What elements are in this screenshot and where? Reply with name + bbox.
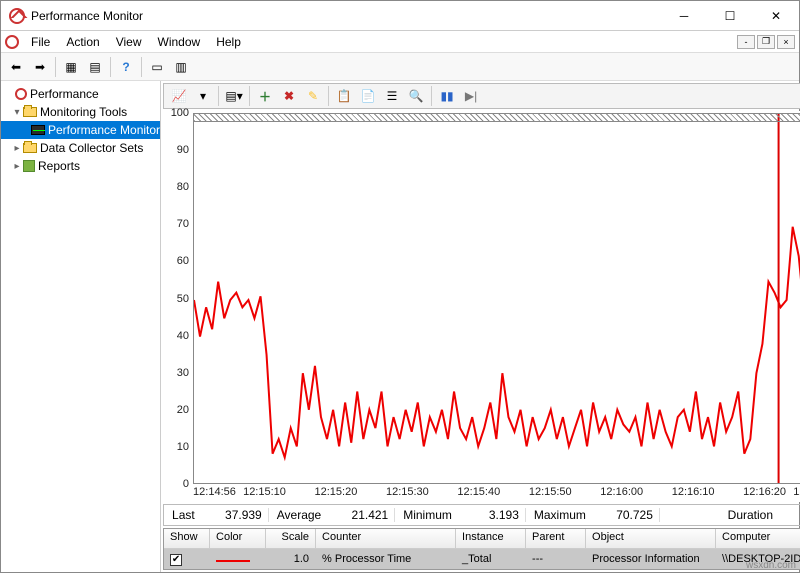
- content-area: Performance ▾ Monitoring Tools Performan…: [1, 81, 799, 572]
- update-button[interactable]: ▶|: [460, 85, 482, 107]
- header-computer[interactable]: Computer: [716, 529, 800, 548]
- new-window-button[interactable]: ▭: [146, 56, 168, 78]
- average-value: 21.421: [325, 508, 395, 522]
- performance-icon: [15, 88, 27, 100]
- header-scale[interactable]: Scale: [266, 529, 316, 548]
- row-instance: _Total: [456, 551, 526, 567]
- app-window: Performance Monitor ─ ☐ ✕ File Action Vi…: [0, 0, 800, 573]
- menu-action[interactable]: Action: [58, 32, 107, 52]
- x-axis: 12:14:5612:15:1012:15:2012:15:3012:15:40…: [193, 486, 800, 502]
- highlight-button[interactable]: ✎: [302, 85, 324, 107]
- overflow-hatch: [194, 114, 800, 122]
- app-icon: [9, 8, 25, 24]
- tree-monitoring-tools[interactable]: ▾ Monitoring Tools: [1, 103, 160, 121]
- show-hide-tree-button[interactable]: ▦: [60, 56, 82, 78]
- last-value: 37.939: [199, 508, 269, 522]
- folder-icon: [23, 107, 37, 117]
- menu-view[interactable]: View: [108, 32, 150, 52]
- tree-reports[interactable]: ▸ Reports: [1, 157, 160, 175]
- reports-icon: [23, 160, 35, 172]
- y-axis: 0102030405060708090100: [163, 113, 191, 484]
- plot-area: [193, 113, 800, 484]
- header-parent[interactable]: Parent: [526, 529, 586, 548]
- monitor-pane: 📈 ▾ ▤▾ ＋ ✖ ✎ 📋 📄 ☰ 🔍 ▮▮ ▶| 0102030405060…: [161, 81, 800, 572]
- last-label: Last: [164, 508, 199, 522]
- tree-root-performance[interactable]: Performance: [1, 85, 160, 103]
- add-counter-button[interactable]: ＋: [254, 85, 276, 107]
- maximum-value: 70.725: [590, 508, 660, 522]
- menubar: File Action View Window Help - ❐ ×: [1, 31, 799, 53]
- view-log-button[interactable]: ▾: [192, 85, 214, 107]
- mdi-controls: - ❐ ×: [737, 35, 799, 49]
- forward-button[interactable]: ➡: [29, 56, 51, 78]
- mdi-close-button[interactable]: ×: [777, 35, 795, 49]
- help-button[interactable]: ?: [115, 56, 137, 78]
- color-swatch: [216, 560, 250, 562]
- duration-label: Duration: [720, 508, 777, 522]
- minimum-label: Minimum: [395, 508, 456, 522]
- monitor-toolbar: 📈 ▾ ▤▾ ＋ ✖ ✎ 📋 📄 ☰ 🔍 ▮▮ ▶|: [163, 83, 800, 109]
- freeze-button[interactable]: ▮▮: [436, 85, 458, 107]
- nav-tree[interactable]: Performance ▾ Monitoring Tools Performan…: [1, 81, 161, 572]
- row-counter: % Processor Time: [316, 551, 456, 567]
- menu-help[interactable]: Help: [208, 32, 249, 52]
- chart-type-button[interactable]: ▤▾: [223, 85, 245, 107]
- counter-row[interactable]: ✔ 1.0 % Processor Time _Total --- Proces…: [164, 549, 800, 569]
- delete-counter-button[interactable]: ✖: [278, 85, 300, 107]
- row-scale: 1.0: [266, 551, 316, 567]
- tree-data-collector-sets[interactable]: ▸ Data Collector Sets: [1, 139, 160, 157]
- close-button[interactable]: ✕: [753, 1, 799, 31]
- average-label: Average: [269, 508, 325, 522]
- properties-button[interactable]: ▤: [84, 56, 106, 78]
- row-object: Processor Information: [586, 551, 716, 567]
- menu-window[interactable]: Window: [150, 32, 209, 52]
- window-title: Performance Monitor: [31, 9, 661, 23]
- header-show[interactable]: Show: [164, 529, 210, 548]
- chart-svg: [194, 114, 800, 483]
- header-counter[interactable]: Counter: [316, 529, 456, 548]
- header-object[interactable]: Object: [586, 529, 716, 548]
- show-checkbox[interactable]: ✔: [170, 554, 182, 566]
- tree-performance-monitor[interactable]: Performance Monitor: [1, 121, 160, 139]
- folder-icon: [23, 143, 37, 153]
- header-instance[interactable]: Instance: [456, 529, 526, 548]
- view-current-button[interactable]: 📈: [168, 85, 190, 107]
- menu-file[interactable]: File: [23, 32, 58, 52]
- properties-graph-button[interactable]: ☰: [381, 85, 403, 107]
- back-button[interactable]: ⬅: [5, 56, 27, 78]
- main-toolbar: ⬅ ➡ ▦ ▤ ? ▭ ▥: [1, 53, 799, 81]
- mdi-restore-button[interactable]: ❐: [757, 35, 775, 49]
- zoom-button[interactable]: 🔍: [405, 85, 427, 107]
- chart-area[interactable]: 0102030405060708090100 12:14:5612:15:101…: [163, 111, 800, 502]
- stats-bar: Last37.939 Average21.421 Minimum3.193 Ma…: [163, 504, 800, 526]
- counter-header: Show Color Scale Counter Instance Parent…: [164, 529, 800, 549]
- minimize-button[interactable]: ─: [661, 1, 707, 31]
- cascade-button[interactable]: ▥: [170, 56, 192, 78]
- row-parent: ---: [526, 551, 586, 567]
- duration-value: 1:40: [777, 508, 800, 522]
- monitor-icon: [31, 125, 45, 135]
- header-color[interactable]: Color: [210, 529, 266, 548]
- copy-button[interactable]: 📋: [333, 85, 355, 107]
- maximize-button[interactable]: ☐: [707, 1, 753, 31]
- paste-button[interactable]: 📄: [357, 85, 379, 107]
- watermark: wsxdn.com: [746, 560, 796, 571]
- mdi-minimize-button[interactable]: -: [737, 35, 755, 49]
- counter-list[interactable]: Show Color Scale Counter Instance Parent…: [163, 528, 800, 570]
- minimum-value: 3.193: [456, 508, 526, 522]
- app-icon-small: [5, 35, 19, 49]
- maximum-label: Maximum: [526, 508, 590, 522]
- titlebar: Performance Monitor ─ ☐ ✕: [1, 1, 799, 31]
